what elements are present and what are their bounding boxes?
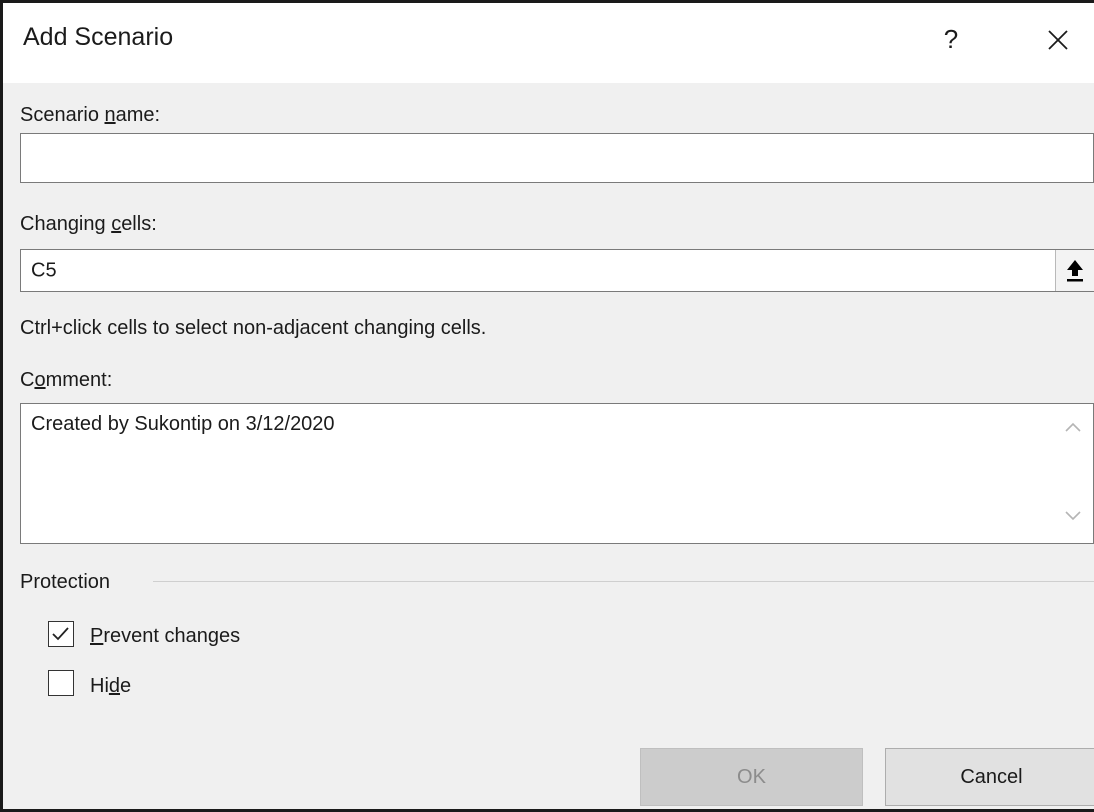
changing-cells-accelerator: c [111, 213, 122, 235]
checkmark-icon [52, 627, 69, 641]
scenario-name-label: Scenario name: [20, 104, 160, 127]
changing-cells-input[interactable]: C5 [20, 249, 1094, 292]
changing-cells-label-text-end: ells: [121, 213, 157, 235]
hide-label[interactable]: Hide [90, 675, 131, 698]
collapse-dialog-icon [1067, 260, 1083, 282]
add-scenario-dialog: Add Scenario ? Scenario name: Changing c… [0, 0, 1094, 812]
scenario-name-accelerator: n [104, 104, 116, 126]
changing-cells-label-text: Changing [20, 213, 112, 235]
hide-accelerator: d [108, 675, 121, 697]
comment-scroll-up[interactable] [1061, 419, 1085, 435]
scenario-name-label-text: Scenario [20, 104, 105, 126]
close-button[interactable] [1033, 19, 1081, 59]
collapse-dialog-button[interactable] [1055, 250, 1094, 291]
comment-scroll-down[interactable] [1061, 508, 1085, 524]
prevent-changes-checkbox[interactable] [48, 621, 74, 647]
comment-value: Created by Sukontip on 3/12/2020 [31, 413, 335, 435]
chevron-down-icon [1065, 511, 1081, 521]
cancel-button[interactable]: Cancel [885, 748, 1094, 806]
help-button[interactable]: ? [931, 19, 971, 59]
comment-label-text-end: mment: [45, 369, 113, 391]
dialog-title: Add Scenario [23, 23, 174, 51]
changing-cells-hint: Ctrl+click cells to select non-adjacent … [20, 317, 487, 339]
ok-button[interactable]: OK [640, 748, 863, 806]
changing-cells-value: C5 [31, 259, 57, 281]
close-icon [1048, 30, 1068, 50]
chevron-up-icon [1065, 422, 1081, 432]
comment-textarea[interactable]: Created by Sukontip on 3/12/2020 [20, 403, 1094, 544]
protection-group-label: Protection [20, 571, 111, 593]
protection-group-divider [153, 581, 1094, 582]
title-bar: Add Scenario ? [3, 3, 1094, 83]
hide-label-text-end: e [120, 675, 132, 697]
prevent-changes-label-text: revent changes [103, 625, 241, 647]
scenario-name-label-text-end: ame: [115, 104, 161, 126]
comment-label-text: C [20, 369, 35, 391]
changing-cells-label: Changing cells: [20, 213, 157, 236]
comment-label: Comment: [20, 369, 112, 392]
prevent-changes-accelerator: P [90, 625, 104, 647]
comment-accelerator: o [34, 369, 46, 391]
prevent-changes-label[interactable]: Prevent changes [90, 625, 240, 648]
scenario-name-input[interactable] [20, 133, 1094, 183]
hide-label-text: Hi [90, 675, 109, 697]
hide-checkbox[interactable] [48, 670, 74, 696]
